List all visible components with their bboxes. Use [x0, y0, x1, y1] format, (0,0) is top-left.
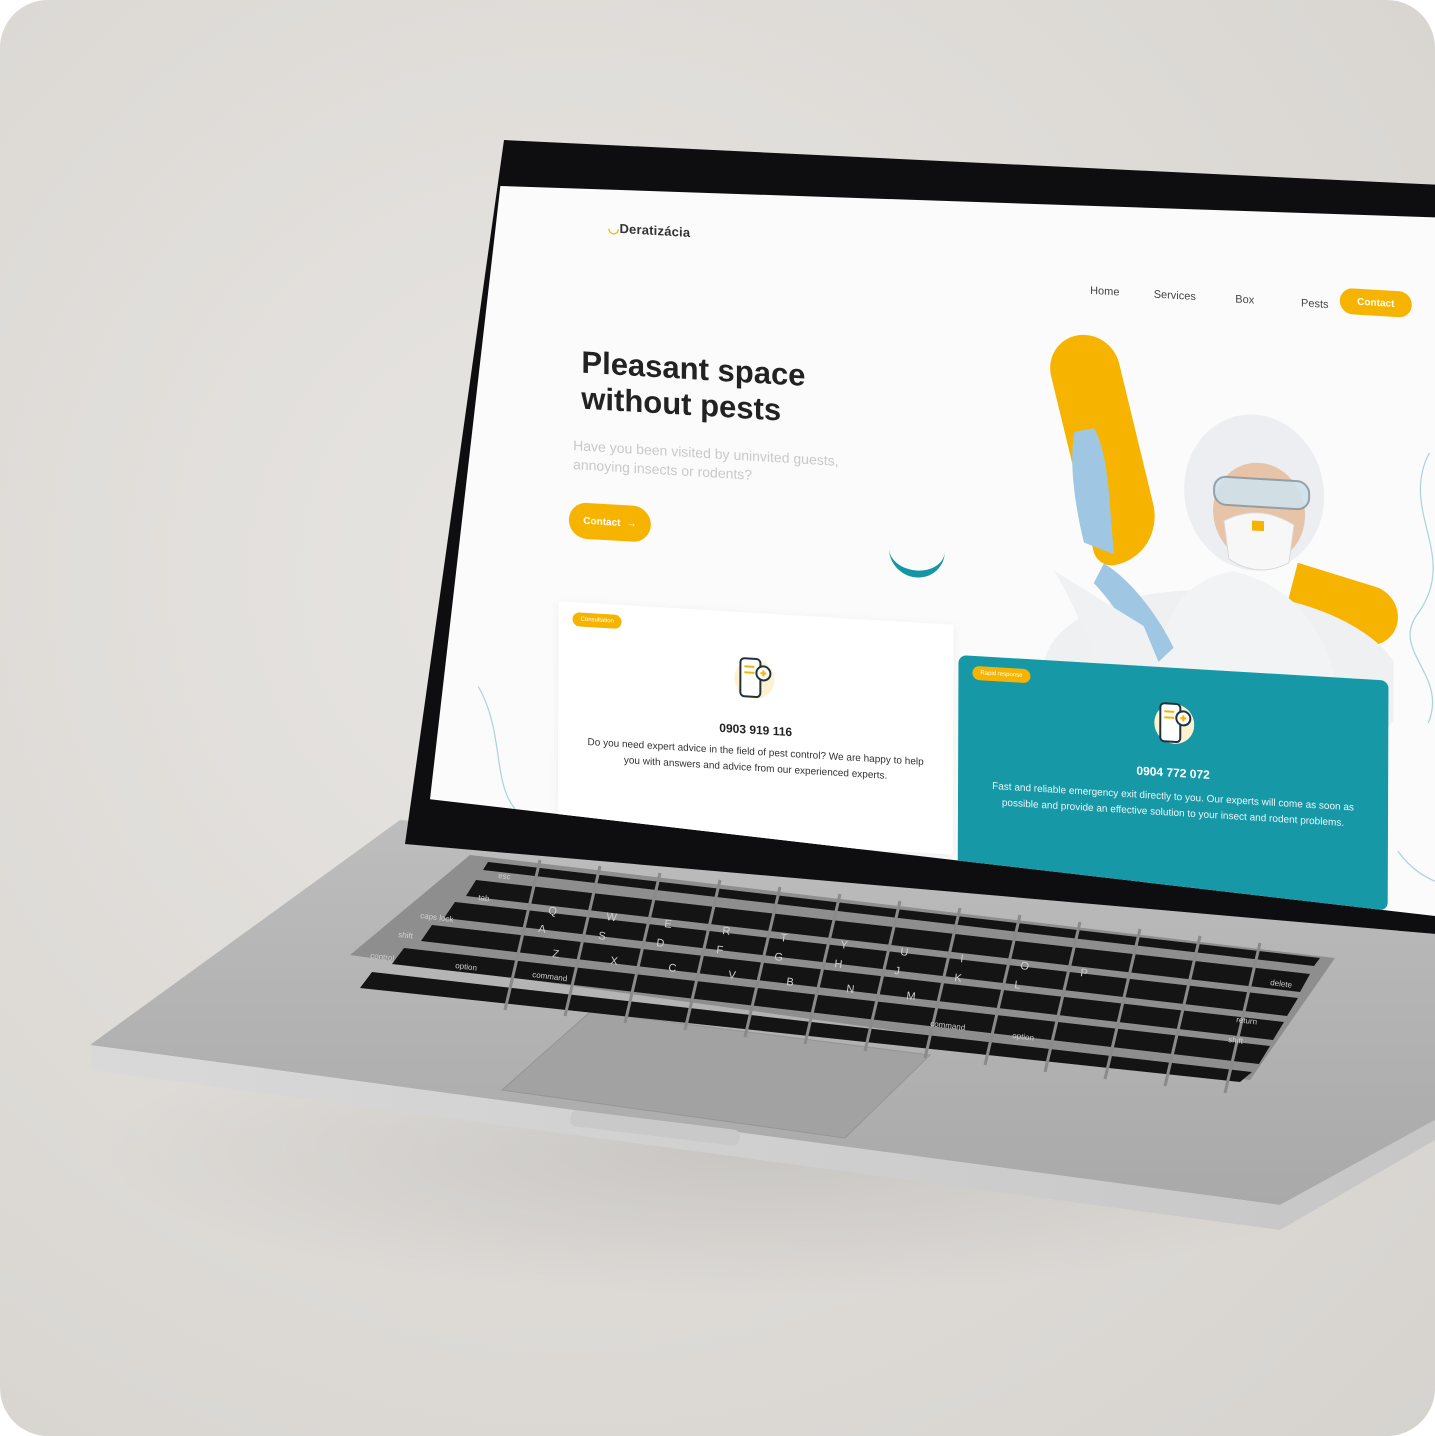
key-label-b: B — [786, 976, 795, 989]
website: ◡Deratizácia Home Services Box Pests Con… — [467, 196, 1435, 916]
key-label-p: P — [1080, 967, 1089, 980]
logo-text: Deratizácia — [619, 220, 691, 241]
key-label-c: C — [668, 962, 677, 975]
key-label-k: K — [954, 972, 963, 985]
mockup-scene: esc tab caps lock shift control option c… — [0, 0, 1435, 1436]
key-label-j: J — [894, 965, 901, 978]
key-label-d: D — [656, 937, 665, 950]
key-label-l: L — [1014, 979, 1022, 992]
consultation-card[interactable]: Consultation 0903 919 116 Do you need ex… — [557, 601, 954, 855]
key-label-v: V — [728, 969, 737, 982]
key-label-g: G — [774, 951, 784, 964]
key-label-w: W — [606, 911, 618, 924]
phone-chat-icon — [734, 657, 775, 699]
key-label-x: X — [610, 955, 619, 968]
key-label-u: U — [900, 946, 909, 959]
phone-alert-icon — [1154, 702, 1195, 744]
key-label-option-right: option — [1012, 1031, 1035, 1043]
arrow-right-icon: → — [626, 517, 637, 530]
key-label-m: M — [906, 990, 917, 1003]
hero-contact-button[interactable]: Contact → — [568, 501, 651, 543]
logo-mark-icon: ◡ — [607, 220, 620, 236]
key-label-z: Z — [552, 948, 560, 961]
key-label-tab: tab — [478, 893, 491, 903]
key-label-esc: esc — [498, 871, 511, 881]
key-label-control: control — [370, 951, 395, 963]
key-label-f: F — [716, 944, 724, 957]
nav-contact-button[interactable]: Contact — [1339, 287, 1412, 318]
key-label-n: N — [846, 983, 855, 996]
key-label-s: S — [598, 930, 607, 943]
key-label-shift: shift — [398, 930, 414, 941]
consultation-badge: Consultation — [572, 612, 622, 630]
key-label-h: H — [834, 958, 843, 971]
emergency-badge: Rapid response — [972, 665, 1031, 684]
key-label-a: A — [538, 923, 547, 936]
laptop-screen: ◡Deratizácia Home Services Box Pests Con… — [430, 186, 1435, 916]
key-label-e: E — [664, 918, 673, 931]
key-label-r: R — [722, 925, 731, 938]
hero-contact-label: Contact — [583, 515, 621, 529]
key-label-shift-right: shift — [1228, 1035, 1244, 1046]
